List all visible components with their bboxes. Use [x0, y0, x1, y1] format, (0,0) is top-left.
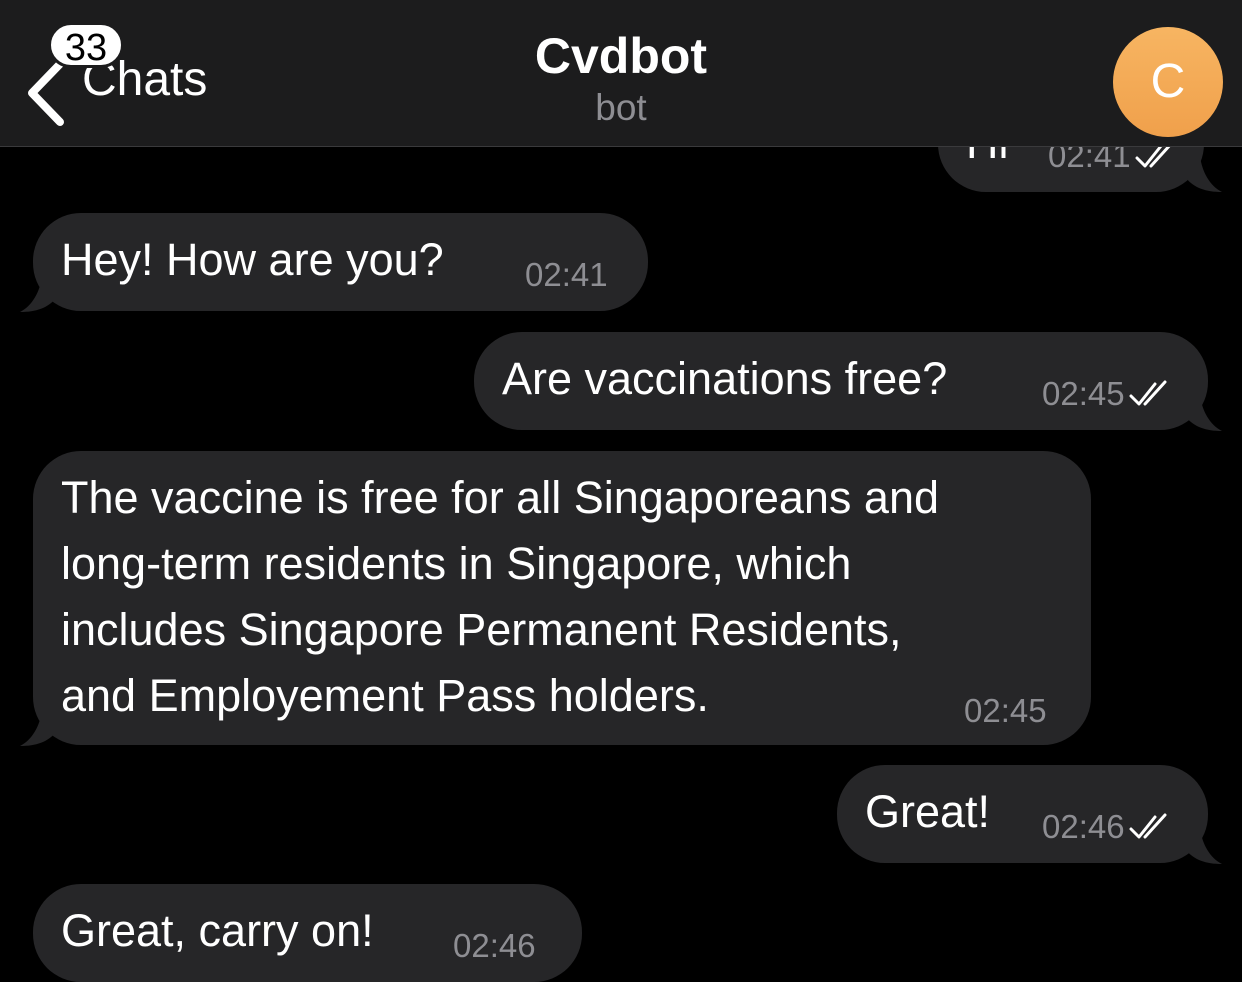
- bubble-tail: [1186, 395, 1222, 431]
- chevron-left-icon: [28, 60, 64, 126]
- message-text: Hey! How are you?: [61, 234, 444, 285]
- bubble-tail: [20, 276, 56, 312]
- chat-subtitle: bot: [595, 87, 647, 128]
- message-timestamp: 02:45: [1042, 375, 1125, 412]
- message-bubble-incoming[interactable]: Hey! How are you? 02:41: [33, 213, 648, 311]
- chat-title-block[interactable]: Cvdbot bot: [421, 26, 821, 130]
- message-text: Great!: [865, 786, 991, 837]
- message-timestamp: 02:46: [1042, 808, 1125, 845]
- chat-title: Cvdbot: [534, 28, 708, 84]
- double-check-icon: [1129, 813, 1167, 839]
- message-text: Are vaccinations free?: [502, 353, 948, 404]
- message-timestamp: 02:45: [964, 692, 1047, 729]
- message-text: Great, carry on!: [61, 905, 374, 956]
- bubble-tail: [1186, 828, 1222, 864]
- bubble-tail: [20, 710, 56, 746]
- double-check-icon: [1129, 380, 1167, 406]
- message-bubble-outgoing[interactable]: Great! 02:46: [837, 765, 1208, 863]
- message-bubble-incoming[interactable]: The vaccine is free for all Singaporeans…: [33, 451, 1091, 745]
- message-time: 02:46: [1042, 807, 1173, 847]
- message-bubble-incoming[interactable]: Great, carry on! 02:46: [33, 884, 582, 982]
- back-button[interactable]: Chats 33: [18, 22, 278, 126]
- message-bubble-outgoing[interactable]: Are vaccinations free? 02:45: [474, 332, 1208, 430]
- message-timestamp: 02:41: [525, 256, 608, 293]
- message-time: 02:45: [1042, 374, 1173, 414]
- bubble-tail: [1186, 156, 1222, 192]
- message-timestamp: 02:46: [453, 927, 536, 964]
- chat-header: Chats 33 Cvdbot bot C: [0, 0, 1242, 147]
- message-text: The vaccine is free for all Singaporeans…: [61, 472, 940, 721]
- avatar[interactable]: C: [1113, 27, 1223, 137]
- unread-count-badge: 33: [48, 22, 124, 69]
